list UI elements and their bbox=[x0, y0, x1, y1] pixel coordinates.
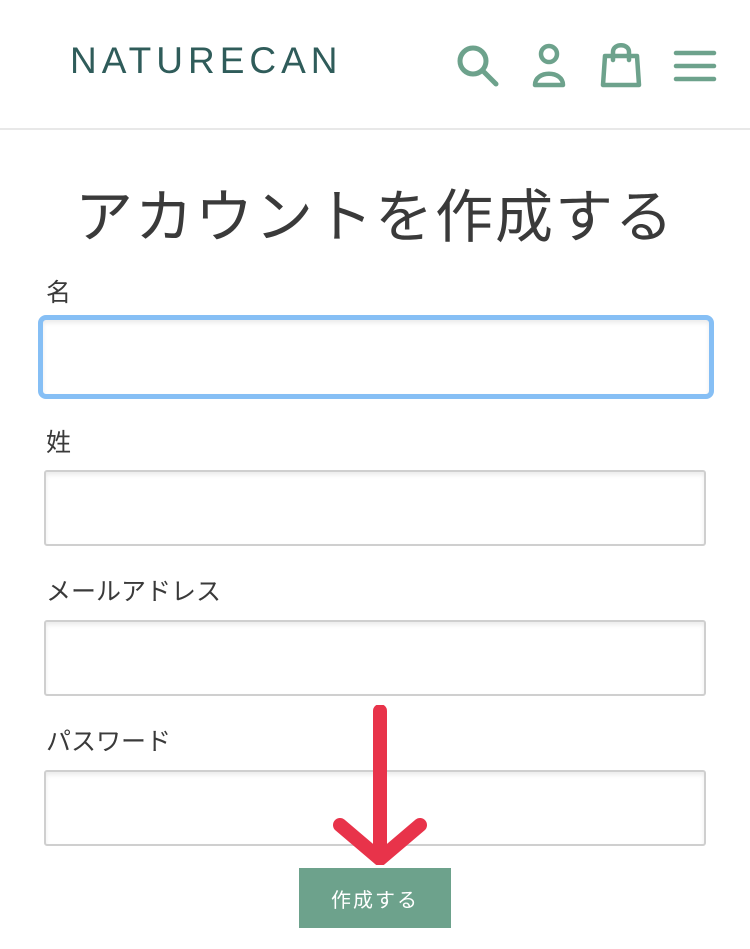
password-label: パスワード bbox=[46, 727, 172, 756]
first-name-label: 名 bbox=[46, 278, 72, 307]
account-icon[interactable] bbox=[524, 40, 574, 90]
menu-icon[interactable] bbox=[670, 40, 720, 90]
site-header: NATURECAN bbox=[0, 0, 750, 130]
email-label: メールアドレス bbox=[46, 577, 222, 606]
cart-icon[interactable] bbox=[596, 40, 646, 90]
naturecan-logo[interactable]: NATURECAN bbox=[70, 40, 343, 82]
first-name-field[interactable] bbox=[38, 315, 714, 399]
email-field[interactable] bbox=[44, 620, 706, 696]
last-name-label: 姓 bbox=[46, 428, 72, 457]
page-title: アカウントを作成する bbox=[74, 183, 675, 251]
annotation-arrow-icon bbox=[333, 705, 427, 865]
search-icon[interactable] bbox=[452, 40, 502, 90]
last-name-field[interactable] bbox=[44, 470, 706, 546]
create-account-button[interactable]: 作成する bbox=[299, 868, 451, 928]
